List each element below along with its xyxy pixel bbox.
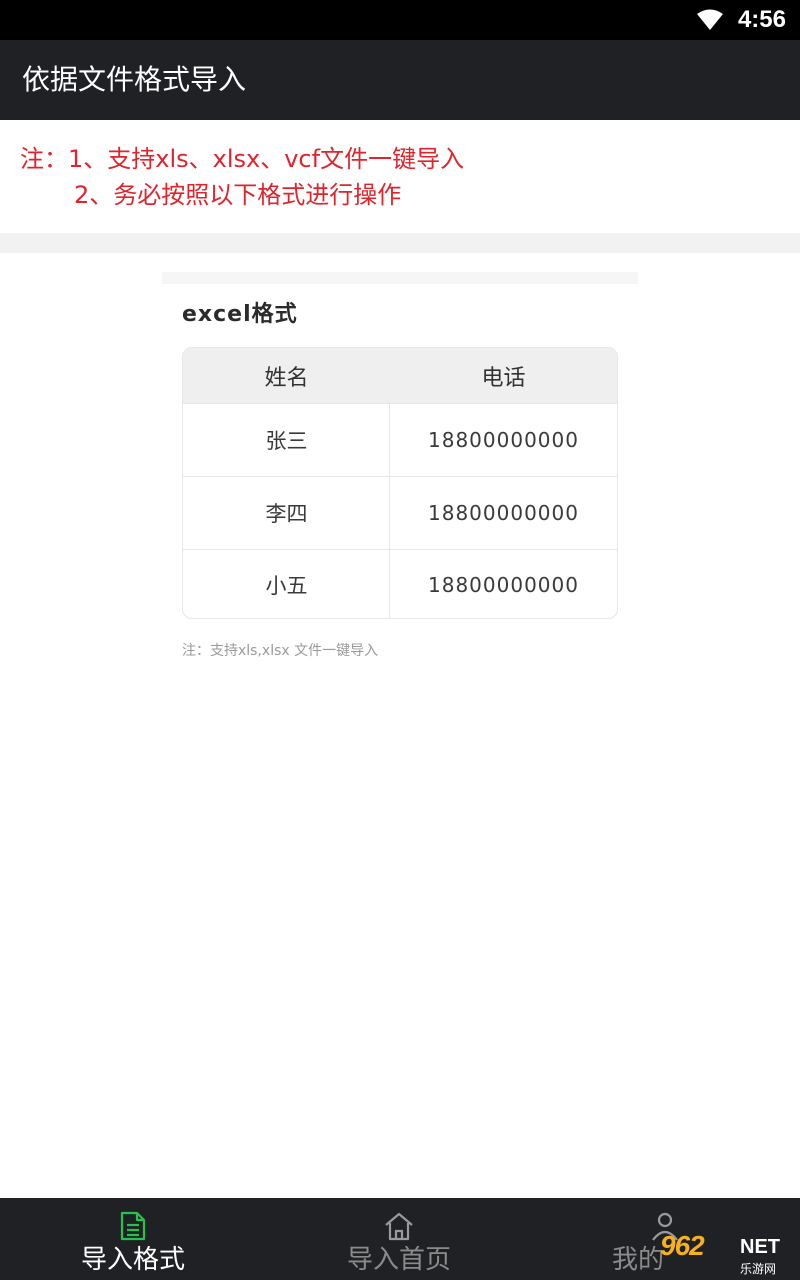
cell-name: 小五 (265, 573, 308, 598)
nav-label: 导入首页 (346, 1245, 451, 1275)
cell-name: 李四 (265, 502, 308, 526)
clock: 4:56 (737, 6, 786, 33)
notes-panel: 注：1、支持xls、xlsx、vcf文件一键导入 2、务必按照以下格式进行操作 (0, 120, 800, 233)
cell-phone: 18800000000 (428, 572, 579, 597)
section-divider (0, 233, 800, 253)
note-line-2: 2、务必按照以下格式进行操作 (74, 181, 402, 209)
table-row: 李四 18800000000 (183, 476, 617, 549)
site-watermark: 962 NET 乐游网 (660, 1230, 796, 1276)
page-title: 依据文件格式导入 (22, 63, 247, 96)
cell-phone: 18800000000 (428, 428, 579, 452)
document-icon (120, 1211, 146, 1241)
format-footnote: 注：支持xls,xlsx 文件一键导入 (182, 643, 379, 659)
watermark-brand: 962 (660, 1230, 705, 1261)
table-row: 张三 18800000000 (183, 403, 617, 476)
nav-item-import-format[interactable]: 导入格式 (0, 1198, 266, 1280)
format-table: 姓名 电话 张三 18800000000 李四 18800000000 小五 1… (182, 347, 618, 619)
table-row: 小五 18800000000 (183, 549, 617, 618)
nav-label: 导入格式 (80, 1245, 185, 1275)
nav-item-import-home[interactable]: 导入首页 (266, 1198, 532, 1280)
home-icon (385, 1212, 413, 1241)
card-top-strip (162, 272, 638, 284)
cell-phone: 18800000000 (428, 501, 579, 525)
column-header-phone: 电话 (481, 365, 526, 391)
cell-name: 张三 (265, 429, 308, 453)
note-line-1: 注：1、支持xls、xlsx、vcf文件一键导入 (20, 145, 465, 173)
watermark-net: NET (740, 1236, 780, 1258)
status-bar: 4:56 (0, 0, 800, 40)
column-header-name: 姓名 (264, 365, 309, 391)
format-example-card: excel格式 姓名 电话 张三 18800000000 李四 18800000… (162, 272, 638, 672)
table-header: 姓名 电话 (183, 348, 617, 403)
watermark-sub: 乐游网 (740, 1262, 777, 1276)
wifi-icon (697, 9, 723, 30)
app-bar: 依据文件格式导入 (0, 40, 800, 120)
format-heading: excel格式 (182, 302, 298, 327)
